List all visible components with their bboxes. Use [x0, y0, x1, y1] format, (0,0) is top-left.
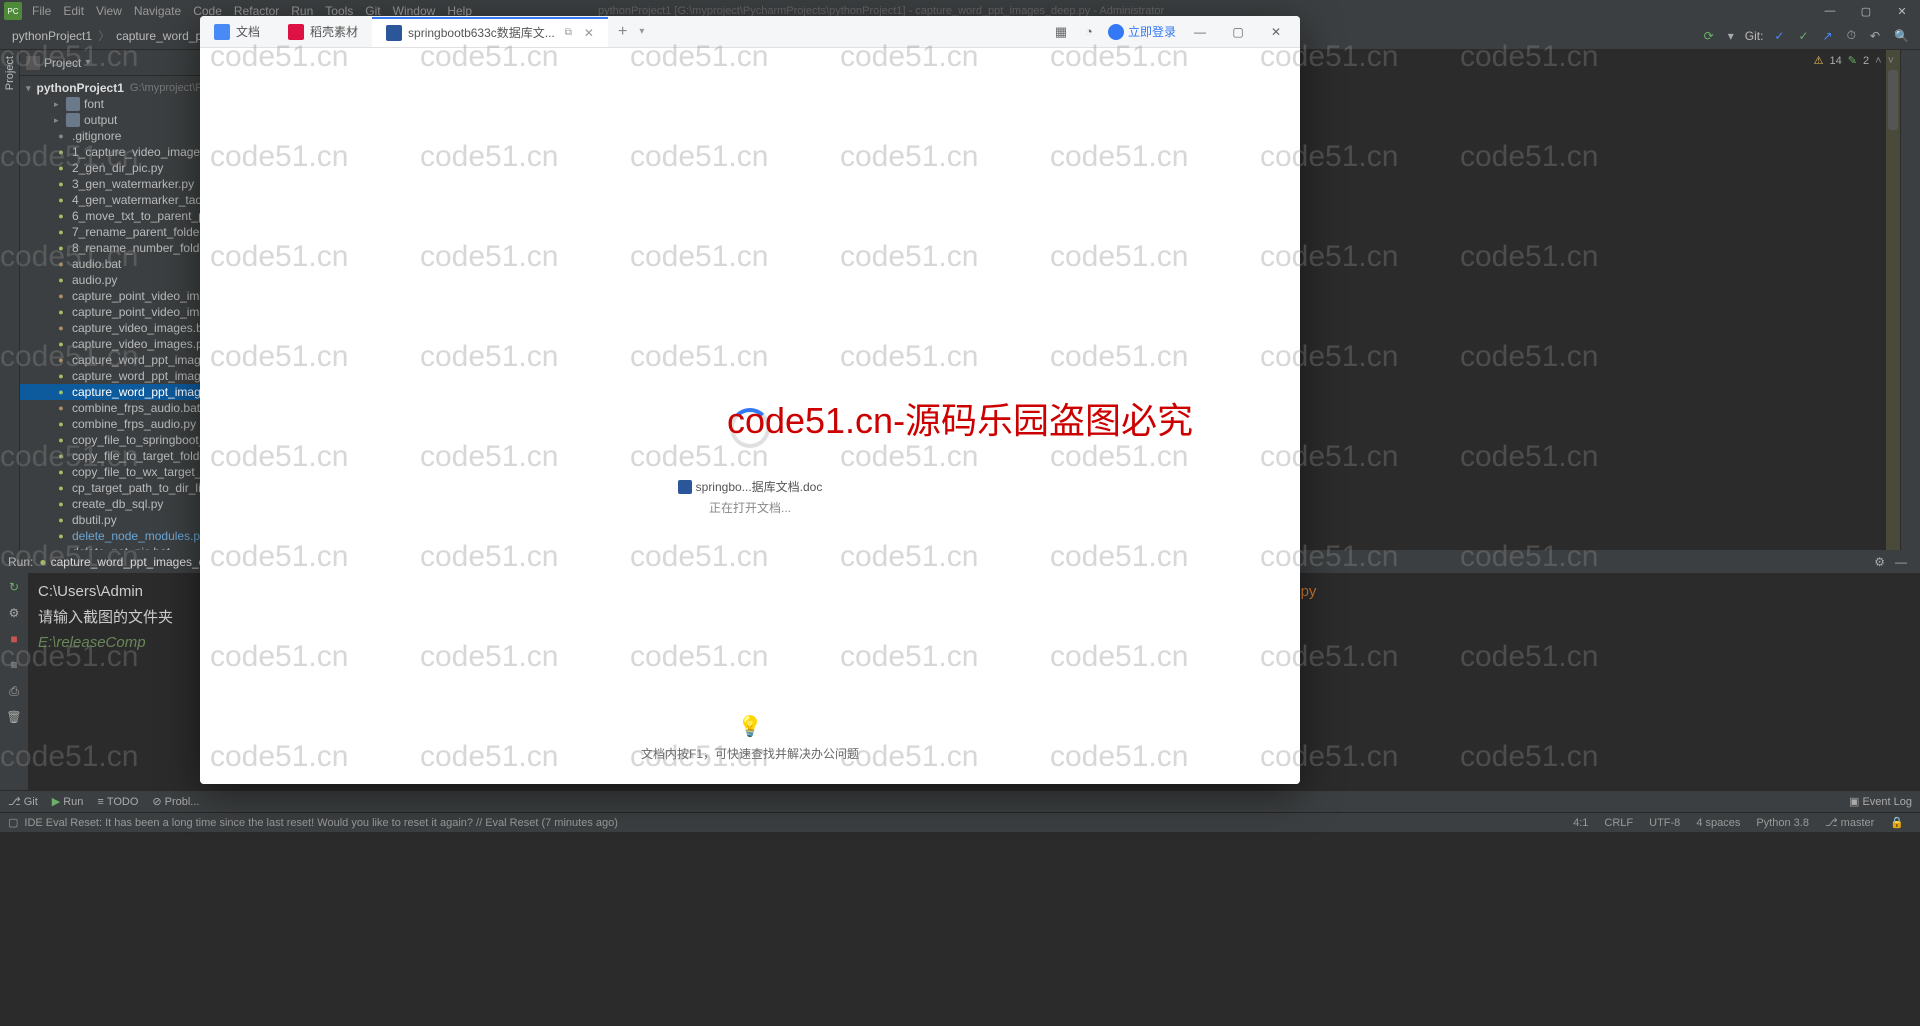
todo-icon: ≡ — [97, 796, 103, 808]
interpreter[interactable]: Python 3.8 — [1748, 817, 1817, 829]
menu-view[interactable]: View — [90, 4, 128, 18]
line-separator[interactable]: CRLF — [1596, 817, 1641, 829]
caret-position[interactable]: 4:1 — [1565, 817, 1596, 829]
trash-icon[interactable]: 🗑 — [6, 709, 22, 725]
doc-tab-templates[interactable]: 稻壳素材 — [274, 17, 372, 47]
lock-icon[interactable]: 🔒 — [1882, 816, 1912, 829]
doc-close-button[interactable]: ✕ — [1262, 18, 1290, 46]
project-panel-title: Project — [44, 56, 81, 70]
run-settings-icon[interactable]: ⚙ — [6, 605, 22, 621]
run-side-toolbar: ↻ ⚙ ■ ≡ ⎙ 🗑 — [0, 573, 28, 790]
doc-tab-label: 文档 — [236, 23, 260, 40]
status-message: IDE Eval Reset: It has been a long time … — [24, 817, 1565, 829]
editor-scrollbar[interactable] — [1888, 70, 1898, 130]
chevron-down-icon[interactable]: ˅ — [1888, 55, 1894, 67]
breadcrumb-project[interactable]: pythonProject1 — [8, 29, 96, 43]
right-tool-strip — [1900, 50, 1920, 550]
git-push-icon[interactable]: ↗ — [1820, 29, 1836, 43]
template-icon — [288, 24, 304, 40]
python-icon: ● — [39, 555, 46, 569]
branch-icon: ⎇ — [1825, 817, 1841, 829]
file-encoding[interactable]: UTF-8 — [1641, 817, 1688, 829]
problems-tool-tab[interactable]: ⊘Probl... — [152, 795, 199, 808]
loading-text: 正在打开文档... — [678, 499, 823, 516]
git-tool-tab[interactable]: ⎇Git — [8, 795, 38, 808]
warning-icon: ⚠ — [1814, 54, 1824, 67]
watermark-center: code51.cn-源码乐园盗图必究 — [727, 392, 1193, 444]
document-icon — [214, 24, 230, 40]
lightbulb-icon: 💡 — [641, 714, 859, 739]
hint-text: 文档内按F1，可快速查找并解决办公问题 — [641, 747, 859, 761]
doc-tab-home[interactable]: 文档 — [200, 17, 274, 47]
doc-tab-label: 稻壳素材 — [310, 23, 358, 40]
indent-settings[interactable]: 4 spaces — [1688, 817, 1748, 829]
tab-dropdown-icon[interactable]: ▾ — [639, 26, 644, 37]
menu-navigate[interactable]: Navigate — [128, 4, 187, 18]
avatar-icon — [1108, 24, 1124, 40]
git-pull-icon[interactable]: ✓ — [1771, 29, 1787, 43]
chevron-right-icon: 〉 — [96, 27, 112, 44]
close-button[interactable]: ✕ — [1884, 0, 1920, 22]
warning-count: 14 — [1830, 55, 1842, 67]
word-file-icon — [678, 480, 692, 494]
status-bar: ▢ IDE Eval Reset: It has been a long tim… — [0, 812, 1920, 832]
git-label: Git: — [1745, 29, 1764, 43]
git-commit-icon[interactable]: ✓ — [1795, 29, 1811, 43]
loading-status: springbo...据库文档.doc 正在打开文档... — [678, 478, 823, 516]
search-icon[interactable]: 🔍 — [1891, 29, 1912, 43]
todo-tool-tab[interactable]: ≡TODO — [97, 796, 138, 808]
doc-maximize-button[interactable]: ▢ — [1224, 18, 1252, 46]
loading-filename: springbo...据库文档.doc — [696, 478, 823, 495]
git-history-icon[interactable]: ⏱ — [1844, 28, 1859, 43]
chevron-up-icon[interactable]: ˄ — [1875, 55, 1881, 67]
rerun-icon[interactable]: ↻ — [6, 579, 22, 595]
problems-icon: ⊘ — [152, 795, 161, 808]
run-hide-icon[interactable]: — — [1890, 555, 1912, 569]
status-icon[interactable]: ▢ — [8, 816, 18, 829]
bottom-toolbar: ⎇Git ▶Run ≡TODO ⊘Probl... ▣Event Log — [0, 790, 1920, 812]
document-tabbar: 文档 稻壳素材 springbootb633c数据库文... ⧉ ✕ + ▾ ▦… — [200, 16, 1300, 48]
build-icon[interactable]: ▾ — [1725, 29, 1737, 43]
word-icon — [386, 25, 402, 41]
event-log-icon: ▣ — [1849, 795, 1859, 808]
layout-icon[interactable]: ≡ — [6, 657, 22, 673]
stop-icon[interactable]: ■ — [6, 631, 22, 647]
document-hint: 💡 文档内按F1，可快速查找并解决办公问题 — [641, 714, 859, 762]
tab-restore-icon[interactable]: ⧉ — [565, 27, 572, 38]
git-branch[interactable]: ⎇ master — [1817, 816, 1882, 829]
play-icon: ▶ — [52, 795, 60, 808]
run-tab[interactable]: capture_word_ppt_images_d... — [51, 555, 216, 569]
project-icon — [26, 56, 40, 70]
run-tool-tab[interactable]: ▶Run — [52, 795, 84, 808]
doc-tab-label: springbootb633c数据库文... — [408, 24, 555, 41]
minimize-button[interactable]: — — [1812, 0, 1848, 22]
menu-edit[interactable]: Edit — [57, 4, 90, 18]
chevron-down-icon[interactable]: ▾ — [85, 57, 90, 68]
run-label: Run: — [8, 555, 33, 569]
project-tool-tab[interactable]: Project — [4, 50, 16, 96]
app-grid-icon[interactable]: ▦ — [1052, 23, 1070, 41]
event-log-tab[interactable]: ▣Event Log — [1849, 795, 1912, 808]
git-rollback-icon[interactable]: ↶ — [1867, 29, 1883, 43]
doc-minimize-button[interactable]: — — [1186, 18, 1214, 46]
maximize-button[interactable]: ▢ — [1848, 0, 1884, 22]
new-tab-button[interactable]: + — [608, 23, 637, 41]
reload-icon[interactable]: ⟳ — [1701, 29, 1717, 43]
doc-tab-file[interactable]: springbootb633c数据库文... ⧉ ✕ — [372, 17, 608, 47]
login-button[interactable]: 立即登录 — [1108, 23, 1176, 40]
weak-warning-icon: ✎ — [1848, 54, 1857, 67]
branch-icon: ⎇ — [8, 795, 21, 808]
app-icon: PC — [4, 2, 22, 20]
cloud-icon[interactable]: ◔ — [1080, 23, 1098, 41]
inspection-widget[interactable]: ⚠ 14 ✎ 2 ˄ ˅ — [1814, 54, 1894, 67]
left-tool-strip: Project — [0, 50, 20, 550]
run-gear-icon[interactable]: ⚙ — [1869, 555, 1890, 569]
print-icon[interactable]: ⎙ — [6, 683, 22, 699]
menu-file[interactable]: File — [26, 4, 57, 18]
tab-close-icon[interactable]: ✕ — [584, 26, 594, 40]
weak-warning-count: 2 — [1863, 55, 1869, 67]
